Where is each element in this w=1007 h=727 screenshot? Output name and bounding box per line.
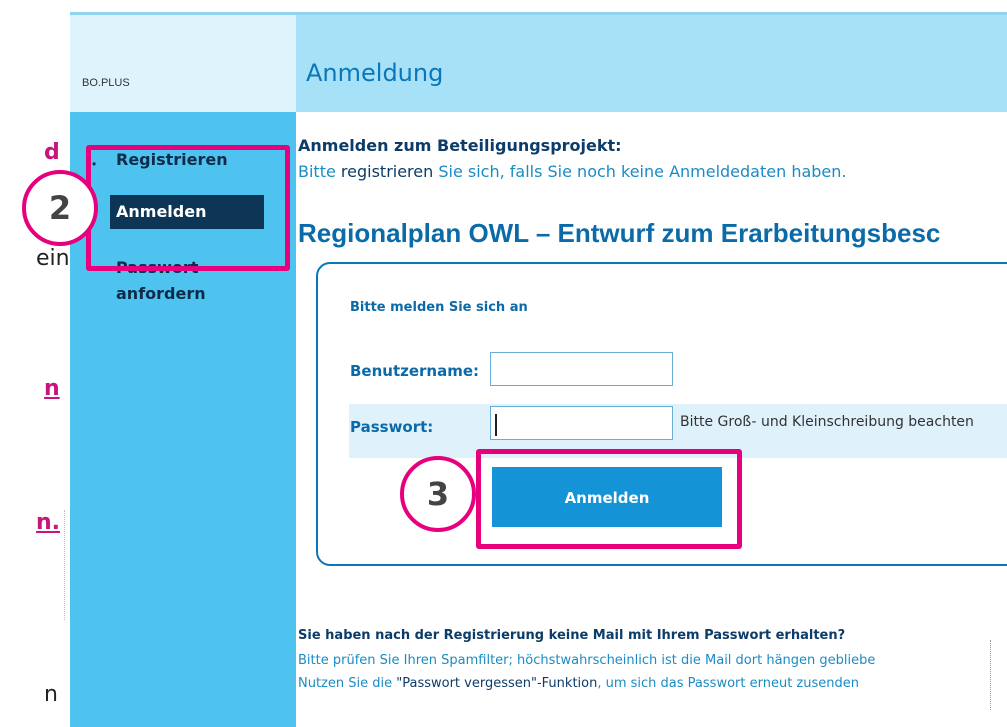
username-label: Benutzername: <box>350 362 480 380</box>
step-3-badge: 3 <box>400 456 476 532</box>
main-header: Anmeldung <box>296 15 1007 112</box>
text-caret <box>495 414 497 436</box>
doc-fragment-2: ein <box>36 246 70 271</box>
login-hint: Bitte melden Sie sich an <box>350 300 528 315</box>
password-label: Passwort: <box>350 418 434 436</box>
username-field[interactable] <box>490 352 673 386</box>
highlight-box-anmelden <box>86 145 290 271</box>
case-sensitivity-hint: Bitte Groß- und Kleinschreibung beachten <box>680 414 974 430</box>
intro-heading: Anmelden zum Beteiligungsprojekt: <box>298 136 622 155</box>
sidebar-header: BO.PLUS <box>70 15 296 112</box>
top-border <box>70 0 1007 15</box>
doc-fragment-1: d <box>44 140 60 165</box>
page-title: Anmeldung <box>306 59 444 87</box>
highlight-box-submit <box>476 449 742 549</box>
doc-fragment-5: n <box>44 682 58 707</box>
help-heading: Sie haben nach der Registrierung keine M… <box>298 628 846 643</box>
password-field[interactable] <box>490 406 673 440</box>
help-line-2-post: , um sich das Passwort erneut zusenden <box>597 676 859 691</box>
doc-fragment-4: n. <box>36 510 61 535</box>
crop-edge-divider <box>990 640 993 710</box>
help-line-2: Nutzen Sie die "Passwort vergessen"-Funk… <box>298 676 859 691</box>
brand-label: BO.PLUS <box>82 77 130 89</box>
step-2-badge: 2 <box>22 170 98 246</box>
register-link[interactable]: registrieren <box>341 162 433 181</box>
intro-text-post: Sie sich, falls Sie noch keine Anmeldeda… <box>433 162 847 181</box>
intro-text-pre: Bitte <box>298 162 341 181</box>
sidebar-item-anfordern[interactable]: anfordern <box>116 284 206 303</box>
help-line-2-pre: Nutzen Sie die <box>298 676 397 691</box>
password-forgot-link[interactable]: "Passwort vergessen"-Funktion <box>396 676 597 691</box>
intro-text: Bitte registrieren Sie sich, falls Sie n… <box>298 162 847 181</box>
help-line-1: Bitte prüfen Sie Ihren Spamfilter; höchs… <box>298 653 876 668</box>
page-edge-divider <box>64 510 67 620</box>
project-title: Regionalplan OWL – Entwurf zum Erarbeitu… <box>298 218 941 248</box>
doc-fragment-3: n <box>44 376 60 401</box>
